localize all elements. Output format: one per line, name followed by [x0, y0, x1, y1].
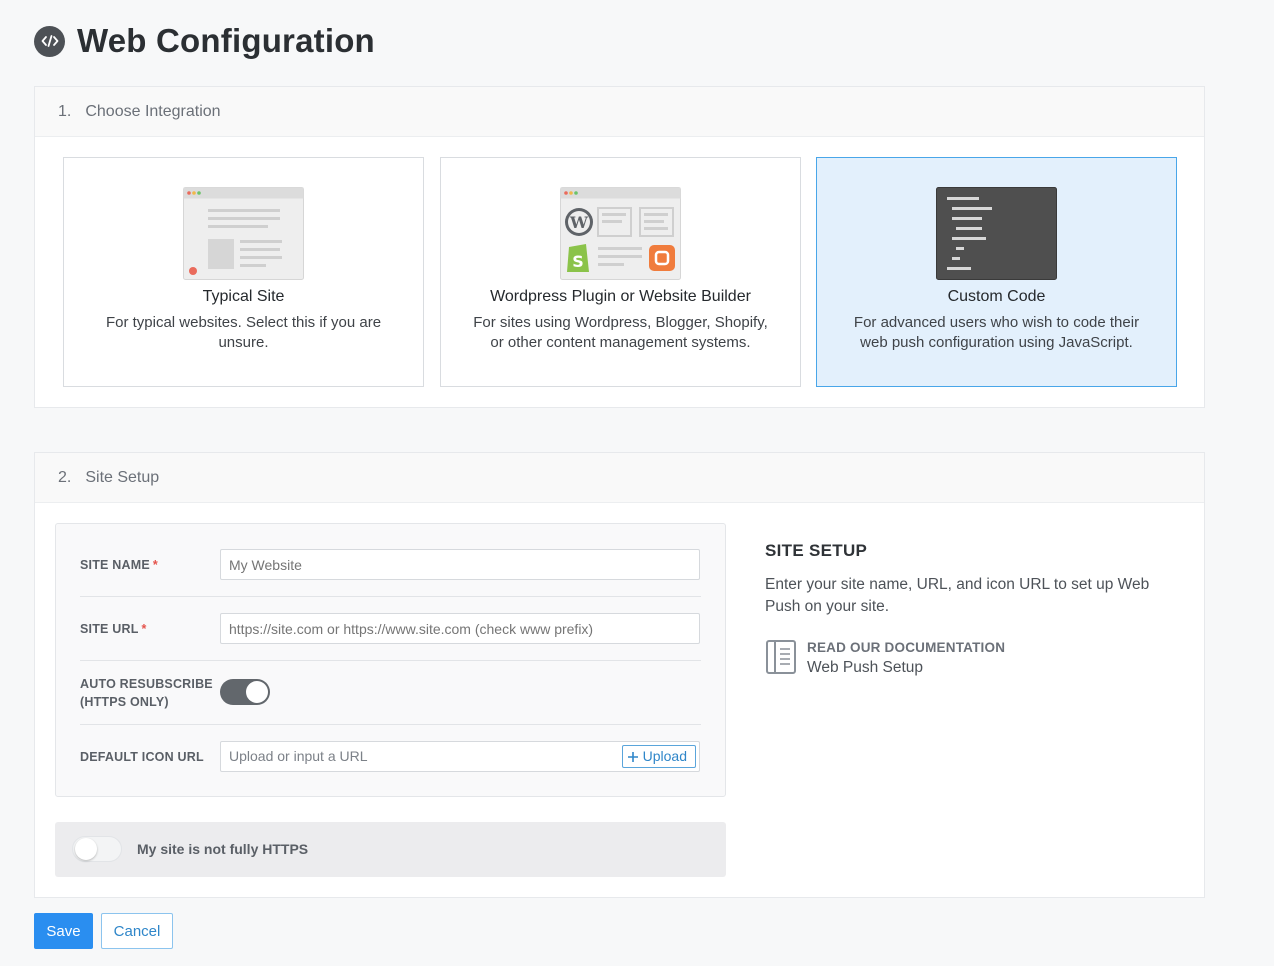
step-title: Site Setup	[85, 468, 160, 486]
site-name-row: SITE NAME *	[80, 524, 701, 597]
auto-resubscribe-row: AUTO RESUBSCRIBE (HTTPS ONLY)	[80, 661, 701, 725]
panel-header: 2. Site Setup	[35, 453, 1204, 503]
integration-card-wordpress[interactable]: W S Wordpress Plugin or Website Builder …	[440, 157, 801, 387]
site-name-input[interactable]	[220, 549, 700, 580]
svg-text:S: S	[572, 252, 584, 271]
panel-header: 1. Choose Integration	[35, 87, 1204, 137]
step-number: 1.	[58, 102, 72, 120]
card-title: Custom Code	[947, 288, 1046, 305]
plus-icon	[627, 751, 638, 762]
default-icon-url-label: DEFAULT ICON URL	[80, 750, 204, 764]
documentation-text: READ OUR DOCUMENTATION Web Push Setup	[807, 639, 1005, 679]
default-icon-url-row: DEFAULT ICON URL Upload or input a URL U…	[80, 725, 701, 790]
page-title: Web Configuration	[77, 22, 375, 59]
cancel-button[interactable]: Cancel	[101, 913, 173, 949]
auto-resubscribe-toggle[interactable]	[220, 679, 270, 705]
required-mark: *	[152, 558, 158, 572]
book-icon	[766, 640, 796, 674]
card-description: For advanced users who wish to code thei…	[853, 314, 1140, 351]
site-name-label: SITE NAME *	[80, 558, 158, 572]
site-url-row: SITE URL *	[80, 597, 701, 661]
choose-integration-panel: 1. Choose Integration Typical Site For t…	[34, 86, 1205, 408]
required-mark: *	[141, 622, 147, 636]
site-setup-panel: 2. Site Setup SITE NAME* SITE URL* AUTO …	[34, 452, 1205, 898]
toggle-knob	[246, 681, 268, 703]
card-title: Wordpress Plugin or Website Builder	[490, 288, 751, 305]
auto-resubscribe-label: AUTO RESUBSCRIBE (HTTPS ONLY)	[80, 677, 213, 709]
integration-card-custom-code[interactable]: Custom Code For advanced users who wish …	[816, 157, 1177, 387]
toggle-knob	[75, 838, 97, 860]
save-button[interactable]: Save	[34, 913, 93, 949]
code-icon	[34, 25, 65, 57]
site-setup-description: Enter your site name, URL, and icon URL …	[765, 576, 1150, 615]
upload-button-label: Upload	[642, 748, 687, 764]
not-https-label: My site is not fully HTTPS	[137, 841, 309, 857]
not-https-section: My site is not fully HTTPS	[55, 822, 726, 877]
browser-illustration-icon	[183, 187, 304, 280]
site-url-input[interactable]	[220, 613, 700, 644]
card-title: Typical Site	[202, 288, 285, 305]
site-url-label: SITE URL *	[80, 622, 147, 636]
step-title: Choose Integration	[85, 102, 221, 120]
page-header: Web Configuration	[34, 22, 375, 60]
default-icon-url-placeholder: Upload or input a URL	[229, 748, 368, 764]
not-https-toggle[interactable]	[72, 836, 122, 862]
code-editor-illustration-icon	[936, 187, 1057, 280]
card-description: For typical websites. Select this if you…	[105, 314, 382, 351]
step-number: 2.	[58, 468, 72, 486]
site-setup-form: SITE NAME* SITE URL* AUTO RESUBSCRIBE (H…	[55, 523, 726, 797]
upload-button[interactable]: Upload	[621, 745, 696, 768]
documentation-heading: READ OUR DOCUMENTATION	[807, 640, 1006, 655]
cms-illustration-icon: W S	[560, 187, 681, 280]
documentation-link-text[interactable]: Web Push Setup	[807, 657, 1005, 679]
svg-text:W: W	[569, 213, 589, 232]
integration-card-typical-site[interactable]: Typical Site For typical websites. Selec…	[63, 157, 424, 387]
documentation-link[interactable]: READ OUR DOCUMENTATION Web Push Setup	[765, 639, 1005, 679]
default-icon-url-field[interactable]: Upload or input a URL Upload	[220, 741, 700, 772]
card-description: For sites using Wordpress, Blogger, Shop…	[473, 314, 768, 351]
site-setup-heading: SITE SETUP	[765, 541, 868, 560]
